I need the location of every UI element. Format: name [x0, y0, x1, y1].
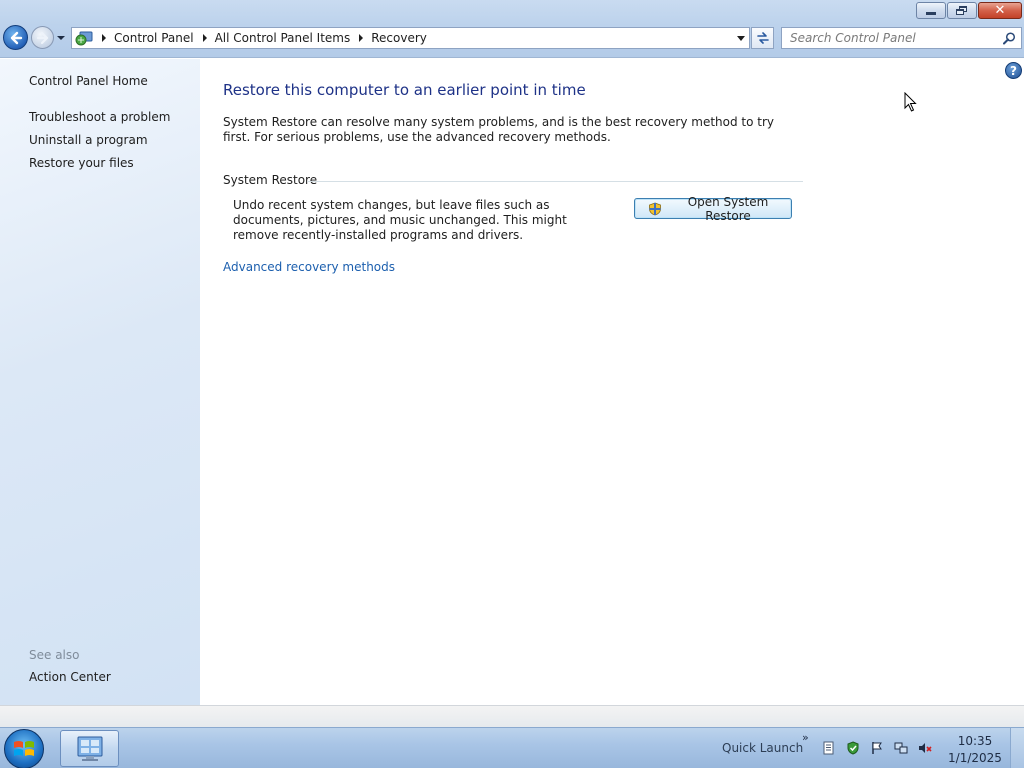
security-shield-icon[interactable] [846, 741, 860, 755]
control-panel-home-link[interactable]: Control Panel Home [29, 74, 148, 88]
system-tray [822, 741, 942, 755]
minimize-button[interactable] [916, 2, 946, 19]
page-title: Restore this computer to an earlier poin… [223, 81, 586, 99]
quick-launch-chevron-icon[interactable]: » [802, 731, 809, 744]
cursor-icon [904, 92, 917, 112]
close-button[interactable]: ✕ [978, 2, 1022, 19]
system-restore-description: Undo recent system changes, but leave fi… [233, 198, 567, 242]
windows-logo-icon [14, 741, 34, 756]
refresh-icon [756, 32, 769, 44]
breadcrumb-control-panel[interactable]: Control Panel [114, 31, 194, 45]
breadcrumb-all-items[interactable]: All Control Panel Items [215, 31, 351, 45]
quick-launch-label[interactable]: Quick Launch [722, 741, 803, 755]
action-center-flag-icon[interactable] [870, 741, 884, 755]
forward-icon [36, 31, 48, 44]
intro-text: System Restore can resolve many system p… [223, 115, 775, 144]
network-icon[interactable] [894, 741, 908, 755]
back-button[interactable] [3, 25, 28, 50]
breadcrumb-separator[interactable] [202, 34, 207, 42]
close-icon: ✕ [994, 3, 1006, 18]
refresh-button[interactable] [751, 27, 774, 49]
clock-time: 10:35 [957, 734, 993, 748]
uninstall-program-link[interactable]: Uninstall a program [29, 133, 148, 147]
address-bar[interactable]: Control Panel All Control Panel Items Re… [71, 27, 750, 49]
restore-icon [956, 5, 968, 16]
open-system-restore-button[interactable]: Open System Restore [634, 195, 792, 223]
breadcrumb-separator[interactable] [102, 34, 106, 42]
restore-button[interactable] [947, 2, 977, 19]
recent-pages-dropdown[interactable] [56, 33, 66, 43]
start-button[interactable] [4, 729, 44, 768]
breadcrumb-separator[interactable] [359, 34, 364, 42]
control-panel-icon [75, 31, 93, 46]
document-icon[interactable] [822, 741, 836, 755]
taskbar-control-panel-button[interactable] [60, 730, 119, 767]
control-panel-icon [77, 736, 102, 761]
clock[interactable]: 10:35 1/1/2025 [940, 733, 1010, 767]
status-bar [0, 705, 1024, 727]
forward-button[interactable] [31, 26, 54, 49]
minimize-icon [926, 12, 936, 15]
section-divider [307, 181, 803, 182]
volume-muted-icon[interactable] [918, 741, 932, 755]
window-controls: ✕ [915, 2, 1022, 19]
search-input[interactable] [782, 31, 992, 45]
help-icon[interactable]: ? [1005, 62, 1022, 79]
restore-files-link[interactable]: Restore your files [29, 156, 134, 170]
search-box[interactable] [781, 27, 1022, 49]
system-restore-heading: System Restore [223, 173, 318, 187]
open-system-restore-label: Open System Restore [687, 194, 769, 223]
back-icon [10, 31, 22, 44]
search-icon[interactable] [1003, 32, 1016, 45]
clock-date: 1/1/2025 [948, 751, 1002, 765]
troubleshoot-link[interactable]: Troubleshoot a problem [29, 110, 170, 124]
address-dropdown-icon[interactable] [737, 36, 745, 41]
title-bar: ✕ Control Panel All Control Panel Items … [0, 0, 1024, 58]
left-navigation-pane: Control Panel Home Troubleshoot a proble… [0, 59, 200, 705]
action-center-link[interactable]: Action Center [29, 670, 111, 684]
advanced-recovery-link[interactable]: Advanced recovery methods [223, 260, 395, 274]
shield-icon [649, 202, 661, 215]
show-desktop-button[interactable] [1010, 728, 1024, 768]
breadcrumb-recovery[interactable]: Recovery [371, 31, 427, 45]
see-also-label: See also [29, 648, 80, 662]
taskbar: Quick Launch » 10:35 1/1/2025 [0, 727, 1024, 768]
